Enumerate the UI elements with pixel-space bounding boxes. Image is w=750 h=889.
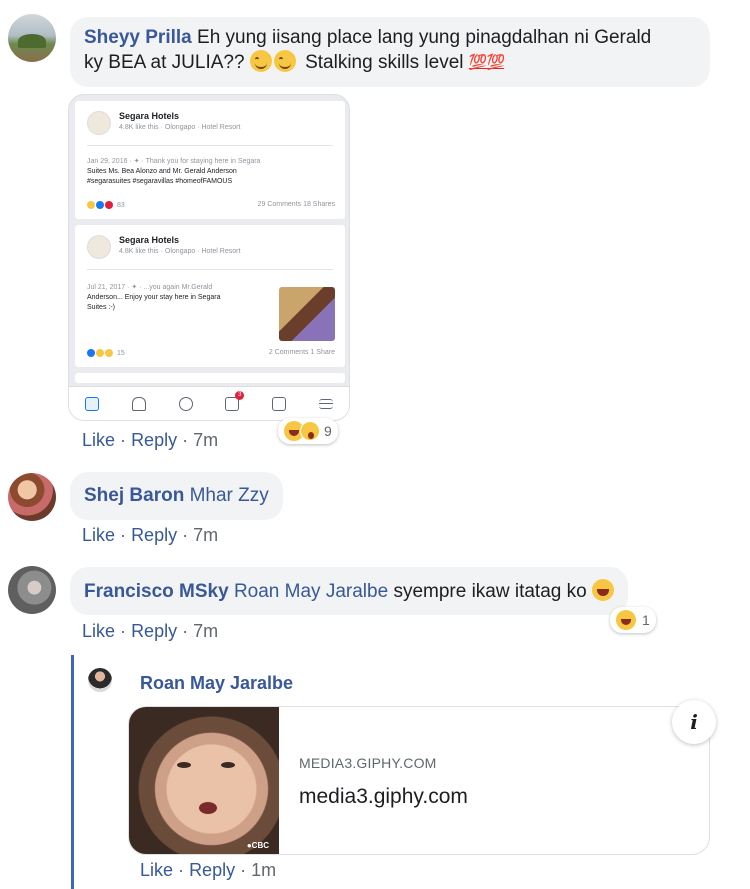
tagged-user[interactable]: Roan May Jaralbe [234,581,388,602]
embedded-post-partial [75,373,345,383]
post-reactions: 83 [87,201,125,209]
mobile-tab-bar [69,386,349,420]
like-link[interactable]: Like [82,430,115,450]
comment-time[interactable]: 7m [193,525,218,545]
comment-bubble: Francisco MSky Roan May Jaralbe syempre … [70,567,628,615]
post-thumbnail [279,287,335,341]
avatar[interactable] [8,473,56,521]
comment-time[interactable]: 1m [251,860,276,880]
gif-watermark: ●CBC [246,841,269,850]
smile-emoji-icon [249,50,272,72]
comment-author[interactable]: Shej Baron [84,485,184,506]
marketplace-icon [225,390,245,411]
reply-link[interactable]: Reply [131,525,177,545]
comment-author[interactable]: Francisco MSky [84,581,229,602]
like-link[interactable]: Like [82,621,115,641]
reply-link[interactable]: Reply [131,621,177,641]
comment-bubble: Sheyy Prilla Eh yung iisang place lang y… [70,17,710,87]
comment-text: syempre ikaw itatag ko [393,581,587,602]
post-text: Anderson... Enjoy your stay here in Sega… [87,294,221,301]
tagged-user[interactable]: Mhar Zzy [190,485,269,506]
reply-author[interactable]: Roan May Jaralbe [140,673,293,694]
wow-icon [300,421,320,441]
link-title[interactable]: media3.giphy.com [299,785,468,809]
avatar[interactable] [8,14,56,62]
reaction-count: 9 [324,423,332,439]
comment-author[interactable]: Sheyy Prilla [84,27,192,48]
comment-text-line2: ky BEA at JULIA?? [84,52,245,73]
reply-link[interactable]: Reply [189,860,235,880]
smile-emoji-icon [273,50,296,72]
comment-text-tail: Stalking skills level [305,52,464,73]
reply-link[interactable]: Reply [131,430,177,450]
like-link[interactable]: Like [140,860,173,880]
news-feed-icon [85,396,100,411]
profile-icon [178,396,193,411]
comment-actions: Like · Reply · 7m [82,525,219,545]
post-text: Suites Ms. Bea Alonzo and Mr. Gerald And… [87,168,237,175]
comment-bubble: Shej Baron Mhar Zzy [70,472,283,520]
avatar[interactable] [88,668,112,692]
gif-thumbnail[interactable]: ●CBC [129,707,279,854]
comment-time[interactable]: 7m [193,430,218,450]
embedded-post: Segara Hotels 4.8K like this · Olongapo … [75,225,345,367]
comment-actions: Like · Reply · 1m [140,860,277,880]
info-icon[interactable]: i [672,700,716,744]
page-avatar [87,235,111,259]
bell-icon [131,396,146,411]
link-preview-card[interactable]: ●CBC MEDIA3.GIPHY.COM media3.giphy.com [128,706,710,855]
reaction-summary[interactable]: 1 [610,607,656,633]
reaction-summary[interactable]: 9 [278,418,338,444]
page-name: Segara Hotels [119,235,180,245]
page-subtitle: 4.8K like this · Olongapo · Hotel Resort [119,248,241,255]
comment-actions: Like · Reply · 7m [82,430,219,450]
link-domain: MEDIA3.GIPHY.COM [299,755,437,771]
reaction-count: 1 [642,612,650,628]
post-stats: 2 Comments 1 Share [268,349,335,356]
hundred-points-icon: 💯💯 [468,54,505,71]
post-date: Jan 29, 2016 · ✦ · Thank you for staying… [87,158,261,165]
menu-icon [318,398,333,409]
avatar[interactable] [8,566,56,614]
post-text: #segarasuites #segaravillas #homeofFAMOU… [87,178,233,185]
comment-actions: Like · Reply · 7m [82,621,219,641]
haha-icon [616,610,636,630]
like-link[interactable]: Like [82,525,115,545]
embedded-post: Segara Hotels 4.8K like this · Olongapo … [75,101,345,219]
laughing-emoji-icon [591,579,614,601]
post-reactions: 15 [87,349,125,357]
watch-icon [271,396,286,411]
comment-image[interactable]: Segara Hotels 4.8K like this · Olongapo … [68,94,350,421]
page-name: Segara Hotels [119,111,180,121]
page-avatar [87,111,111,135]
reply-thread-line [71,655,74,889]
comment-time[interactable]: 7m [193,621,218,641]
post-date: Jul 21, 2017 · ✦ · ...you again Mr.Geral… [87,284,213,291]
comment-text: Eh yung iisang place lang yung pinagdalh… [197,27,652,48]
post-text: Suites :-) [87,304,116,311]
page-subtitle: 4.8K like this · Olongapo · Hotel Resort [119,124,241,131]
post-stats: 29 Comments 18 Shares [257,201,335,208]
